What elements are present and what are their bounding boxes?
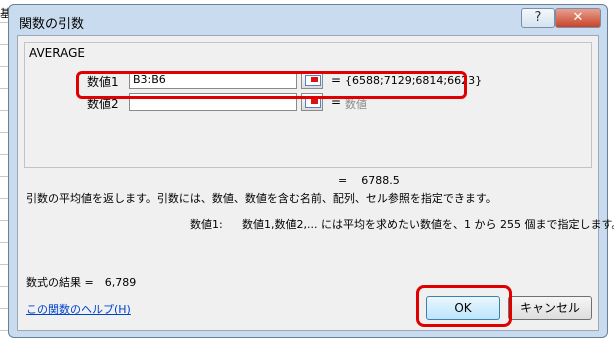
function-result-equals: = bbox=[338, 174, 348, 187]
function-description: 引数の平均値を返します。引数には、数値、数値を含む名前、配列、セル参照を指定でき… bbox=[26, 192, 497, 205]
ok-highlight-box bbox=[416, 285, 512, 327]
help-icon[interactable]: ? bbox=[521, 8, 555, 28]
function-help-link[interactable]: この関数のヘルプ(H) bbox=[26, 301, 131, 317]
cancel-button[interactable]: キャンセル bbox=[508, 296, 592, 320]
function-result-value: 6788.5 bbox=[361, 174, 400, 187]
dialog-title: 関数の引数 bbox=[19, 17, 85, 32]
arg1-highlight-box bbox=[76, 71, 467, 99]
dialog-body: AVERAGE 数値1 B3:B6 = {6588;7129;6814;6623… bbox=[17, 35, 614, 331]
close-icon[interactable]: ✕ bbox=[555, 8, 601, 28]
function-name: AVERAGE bbox=[29, 46, 85, 60]
function-arguments-dialog: 関数の引数 ? ✕ AVERAGE 数値1 B3:B6 = {6588;7129… bbox=[8, 4, 614, 338]
formula-result: 数式の結果 = 6,789 bbox=[26, 276, 137, 289]
arg-help-text: 数値1,数値2,... には平均を求めたい数値を、1 から 255 個まで指定し… bbox=[242, 218, 614, 231]
function-result: = 6788.5 bbox=[338, 174, 400, 187]
arg-help-label: 数値1: bbox=[190, 218, 223, 231]
dialog-titlebar[interactable]: 関数の引数 ? ✕ bbox=[9, 5, 607, 35]
arguments-group: AVERAGE 数値1 B3:B6 = {6588;7129;6814;6623… bbox=[24, 42, 592, 168]
